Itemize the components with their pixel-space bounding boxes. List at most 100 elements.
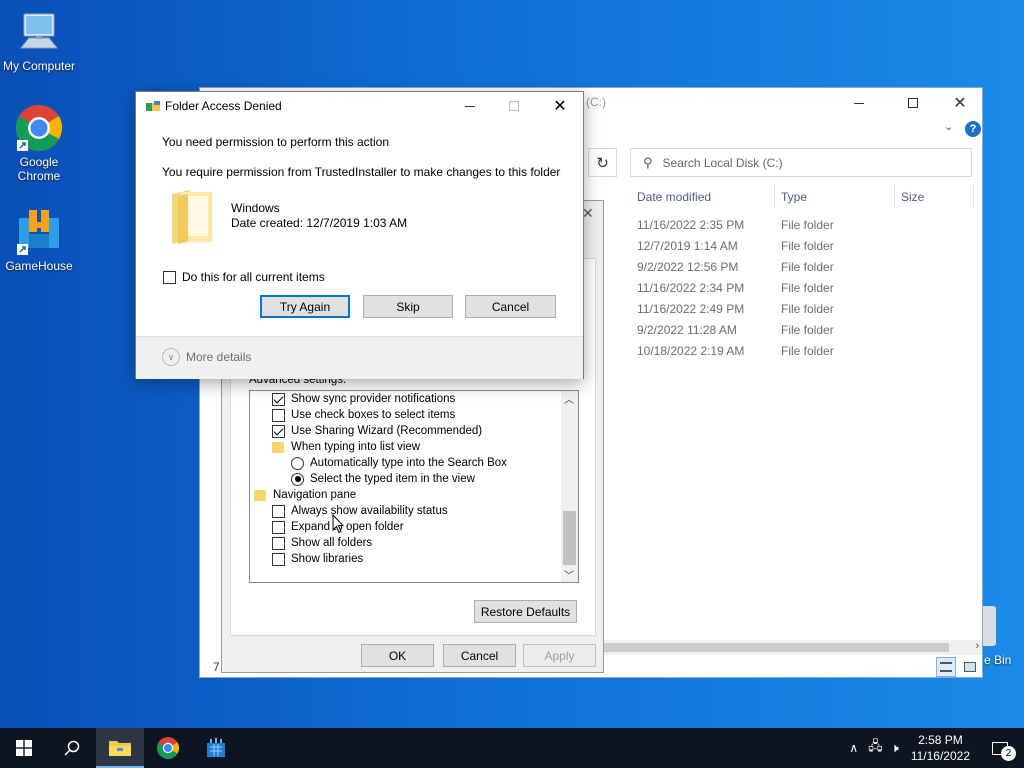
file-type: File folder [781, 218, 834, 232]
action-center-button[interactable]: 2 [986, 728, 1016, 768]
status-item-count: 7 [213, 660, 220, 674]
advanced-setting-item[interactable]: Show sync provider notifications [272, 391, 455, 407]
radio-button[interactable] [291, 472, 304, 486]
taskbar-app[interactable] [192, 728, 240, 768]
advanced-setting-item[interactable]: Use check boxes to select items [272, 407, 455, 423]
scroll-right-icon[interactable]: › [975, 640, 979, 652]
scroll-up-icon[interactable]: ︿ [564, 391, 574, 406]
refresh-button[interactable]: ↻ [588, 148, 617, 177]
advanced-setting-item[interactable]: Use Sharing Wizard (Recommended) [272, 423, 482, 439]
checkbox[interactable] [272, 520, 285, 534]
advanced-setting-item[interactable]: Show libraries [272, 551, 363, 567]
file-row[interactable]: 9/2/2022 11:28 AM File folder [637, 323, 957, 344]
desktop-icon-my-computer[interactable]: My Computer [1, 8, 77, 73]
apply-button[interactable]: Apply [523, 644, 596, 667]
desktop-icon-chrome[interactable]: Google Chrome [1, 104, 77, 183]
file-row[interactable]: 11/16/2022 2:34 PM File folder [637, 281, 957, 302]
desktop-icon-gamehouse[interactable]: GameHouse [1, 208, 77, 273]
show-hidden-icons-icon[interactable]: ∧ [849, 741, 858, 755]
column-header-date[interactable]: Date modified [637, 190, 711, 204]
setting-label: Use check boxes to select items [291, 409, 456, 421]
horizontal-scrollbar[interactable]: › [604, 640, 982, 655]
setting-label: Use Sharing Wizard (Recommended) [291, 425, 483, 437]
start-button[interactable] [0, 728, 48, 768]
ribbon-expand-icon[interactable]: ⌄ [944, 120, 953, 133]
help-icon[interactable]: ? [965, 121, 981, 137]
network-icon[interactable]: 🖧 [868, 737, 883, 759]
minimize-button[interactable] [836, 88, 882, 118]
setting-label: Expand to open folder [291, 521, 404, 533]
file-row[interactable]: 10/18/2022 2:19 AM File folder [637, 344, 957, 365]
skip-button[interactable]: Skip [363, 295, 453, 318]
cancel-button[interactable]: Cancel [443, 644, 516, 667]
more-details-toggle[interactable]: ∨ More details [162, 348, 251, 366]
file-date: 10/18/2022 2:19 AM [637, 344, 745, 358]
advanced-setting-item[interactable]: Automatically type into the Search Box [291, 455, 507, 471]
dialog-minimize-button[interactable] [458, 92, 482, 120]
advanced-setting-item[interactable]: Navigation pane [254, 487, 356, 503]
checkbox[interactable] [272, 504, 285, 518]
file-date: 9/2/2022 11:28 AM [637, 323, 737, 337]
file-row[interactable]: 11/16/2022 2:35 PM File folder [637, 218, 957, 239]
checkbox[interactable] [272, 392, 285, 406]
file-row[interactable]: 12/7/2019 1:14 AM File folder [637, 239, 957, 260]
ok-button[interactable]: OK [361, 644, 434, 667]
checkbox[interactable] [272, 424, 285, 438]
dialog-close-button[interactable]: ✕ [546, 92, 574, 120]
maximize-button[interactable] [890, 88, 936, 118]
scrollbar-thumb[interactable] [563, 511, 576, 565]
desktop-icon-recycle-bin[interactable]: e Bin [982, 604, 1024, 667]
close-icon: ✕ [953, 95, 967, 112]
search-button[interactable] [48, 728, 96, 768]
explorer-title: (C:) [586, 95, 606, 109]
dialog-title: Folder Access Denied [165, 99, 282, 113]
volume-icon[interactable]: 🕨 [891, 740, 899, 756]
cancel-button[interactable]: Cancel [465, 295, 556, 318]
mouse-cursor-icon [332, 514, 344, 534]
file-type: File folder [781, 281, 834, 295]
notification-badge: 2 [1001, 746, 1016, 761]
large-icons-view-button[interactable] [960, 657, 980, 677]
advanced-setting-item[interactable]: Show all folders [272, 535, 372, 551]
advanced-settings-list[interactable]: ︿ ﹀ Show sync provider notifications Use … [249, 390, 579, 583]
refresh-icon: ↻ [596, 154, 609, 172]
advanced-setting-item[interactable]: Always show availability status [272, 503, 448, 519]
column-divider [894, 184, 895, 208]
column-header-type[interactable]: Type [781, 190, 807, 204]
dialog-maximize-button[interactable] [502, 92, 526, 120]
try-again-button[interactable]: Try Again [260, 295, 350, 318]
checkbox[interactable] [163, 270, 176, 284]
search-input[interactable]: ⚲ Search Local Disk (C:) [630, 148, 972, 177]
close-button[interactable]: ✕ [937, 88, 983, 118]
list-scrollbar[interactable]: ︿ ﹀ [561, 391, 578, 582]
apply-all-checkbox[interactable]: Do this for all current items [163, 270, 325, 284]
file-row[interactable]: 9/2/2022 12:56 PM File folder [637, 260, 957, 281]
taskbar-file-explorer[interactable] [96, 728, 144, 768]
restore-defaults-button[interactable]: Restore Defaults [474, 600, 577, 623]
folder-access-denied-dialog[interactable]: Folder Access Denied ✕ You need permissi… [135, 91, 584, 379]
folder-date-created: Date created: 12/7/2019 1:03 AM [231, 216, 408, 230]
checkbox[interactable] [272, 408, 285, 422]
dialog-message: You require permission from TrustedInsta… [162, 165, 561, 179]
radio-button[interactable] [291, 456, 304, 470]
chevron-down-icon: ∨ [162, 348, 180, 366]
taskbar-chrome[interactable] [144, 728, 192, 768]
file-row[interactable]: 11/16/2022 2:49 PM File folder [637, 302, 957, 323]
checkbox[interactable] [272, 552, 285, 566]
folder-icon [272, 441, 284, 453]
clock[interactable]: 2:58 PM 11/16/2022 [911, 732, 970, 764]
clock-date: 11/16/2022 [910, 749, 970, 763]
desktop-icon-label: My Computer [2, 59, 76, 73]
setting-label: Show all folders [291, 537, 373, 549]
details-view-button[interactable] [936, 657, 956, 677]
scrollbar-thumb[interactable] [604, 643, 949, 652]
column-header-size[interactable]: Size [901, 190, 924, 204]
computer-icon [15, 8, 63, 56]
file-explorer-icon [109, 741, 131, 756]
scroll-down-icon[interactable]: ﹀ [564, 567, 574, 582]
search-icon: ⚲ [643, 154, 653, 170]
advanced-setting-item[interactable]: When typing into list view [272, 439, 420, 455]
checkbox[interactable] [272, 536, 285, 550]
file-date: 11/16/2022 2:35 PM [637, 218, 745, 232]
advanced-setting-item[interactable]: Select the typed item in the view [291, 471, 475, 487]
